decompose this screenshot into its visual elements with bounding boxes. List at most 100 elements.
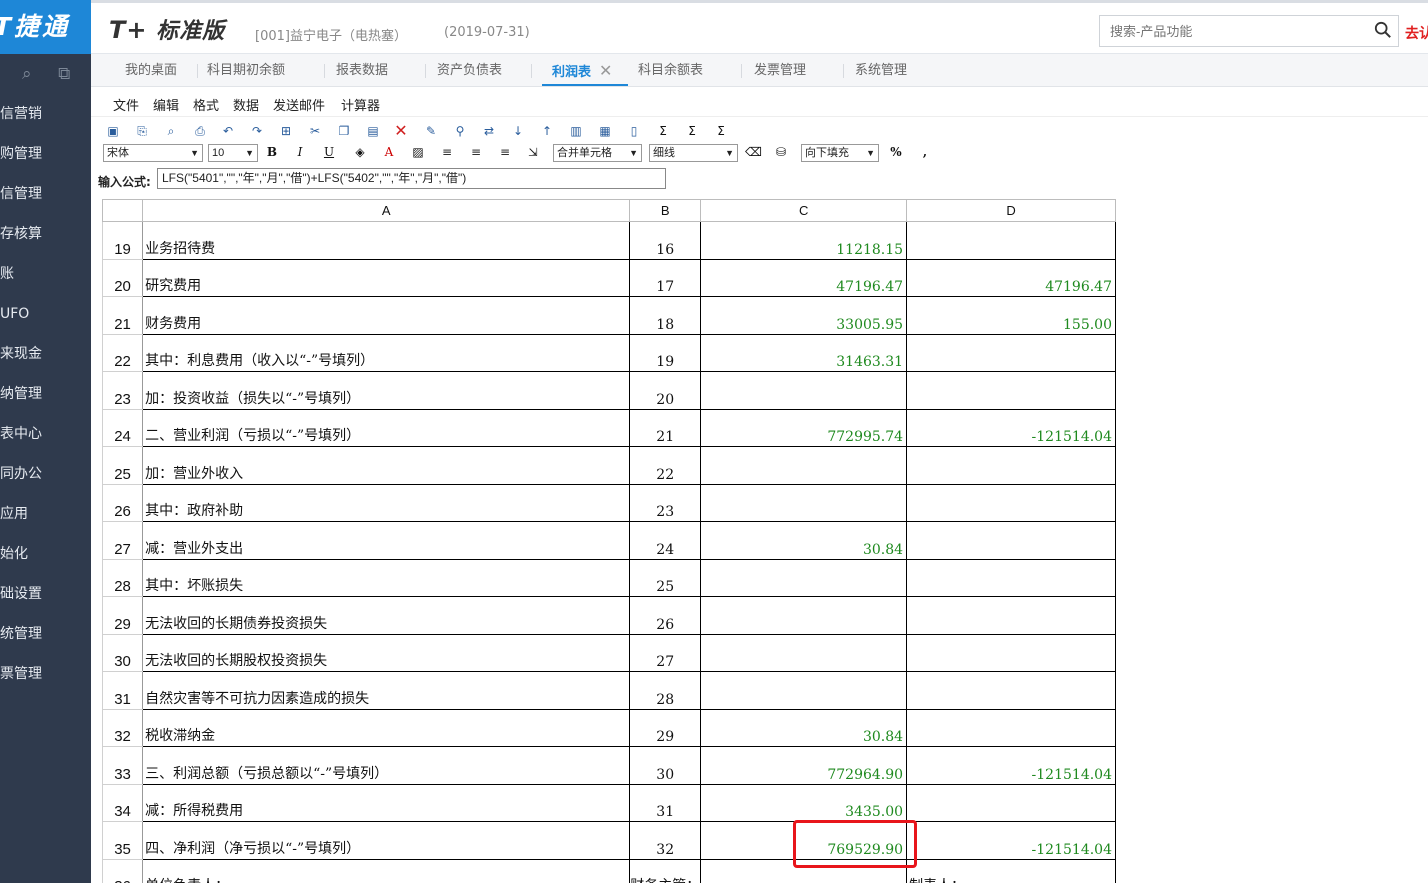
tab-report-data[interactable]: 报表数据 bbox=[336, 54, 388, 86]
prior-amount-cell[interactable] bbox=[906, 446, 1116, 485]
row-number[interactable]: 27 bbox=[102, 521, 144, 560]
comma-button[interactable]: , bbox=[917, 144, 933, 160]
line-number-cell[interactable]: 20 bbox=[629, 371, 702, 410]
item-name-cell[interactable]: 加：投资收益（损失以“-”号填列） bbox=[142, 371, 631, 410]
delete-icon[interactable]: ✕ bbox=[393, 123, 409, 139]
save-icon[interactable]: ▣ bbox=[105, 123, 121, 139]
sidebar-item[interactable]: 统管理 bbox=[0, 614, 91, 654]
item-name-cell[interactable]: 减：营业外支出 bbox=[142, 521, 631, 560]
document-icon[interactable]: ▯ bbox=[626, 123, 642, 139]
prior-amount-cell[interactable]: 155.00 bbox=[906, 296, 1116, 335]
line-style-select[interactable]: 细线 bbox=[649, 144, 738, 162]
row-number[interactable]: 25 bbox=[102, 446, 144, 485]
sidebar-item[interactable]: 购管理 bbox=[0, 134, 91, 174]
replace-icon[interactable]: ⇄ bbox=[481, 123, 497, 139]
current-amount-cell[interactable] bbox=[700, 633, 908, 672]
sidebar-item[interactable]: 表中心 bbox=[0, 414, 91, 454]
print-preview-icon[interactable]: ⌕ bbox=[163, 123, 179, 139]
formula-input[interactable]: LFS("5401","","年","月","借")+LFS("5402",""… bbox=[157, 168, 666, 189]
prior-amount-cell[interactable]: -121514.04 bbox=[906, 821, 1116, 860]
menu-send-mail[interactable]: 发送邮件 bbox=[273, 95, 325, 114]
merge-cells-select[interactable]: 合并单元格 bbox=[553, 144, 642, 162]
current-amount-cell[interactable] bbox=[700, 558, 908, 597]
sidebar-item[interactable]: 来现金 bbox=[0, 334, 91, 374]
sidebar-item[interactable]: 账 bbox=[0, 254, 91, 294]
column-header-d[interactable]: D bbox=[906, 199, 1116, 222]
fill-down-select[interactable]: 向下填充 bbox=[801, 144, 879, 162]
tab-system[interactable]: 系统管理 bbox=[855, 54, 907, 86]
item-name-cell[interactable]: 业务招待费 bbox=[142, 221, 631, 260]
line-number-cell[interactable]: 23 bbox=[629, 483, 702, 522]
current-amount-cell[interactable] bbox=[700, 446, 908, 485]
prior-amount-cell[interactable]: -121514.04 bbox=[906, 408, 1116, 447]
current-amount-cell[interactable] bbox=[700, 596, 908, 635]
line-number-cell[interactable]: 31 bbox=[629, 783, 702, 822]
row-number[interactable]: 32 bbox=[102, 708, 144, 747]
italic-icon[interactable]: I bbox=[292, 144, 308, 160]
underline-icon[interactable]: U bbox=[321, 144, 337, 160]
row-number[interactable]: 34 bbox=[102, 783, 144, 822]
current-amount-cell[interactable]: 3435.00 bbox=[700, 783, 908, 822]
add-window-icon[interactable]: ⧉ bbox=[55, 65, 73, 83]
align-right-icon[interactable]: ≡ bbox=[497, 144, 513, 160]
item-name-cell[interactable]: 加：营业外收入 bbox=[142, 446, 631, 485]
sidebar-item[interactable]: UFO bbox=[0, 294, 91, 334]
prior-amount-cell[interactable] bbox=[906, 483, 1116, 522]
item-name-cell[interactable]: 其中：利息费用（收入以“-”号填列） bbox=[142, 333, 631, 372]
save-as-icon[interactable]: ⎘ bbox=[134, 123, 150, 139]
prior-amount-cell[interactable]: 47196.47 bbox=[906, 258, 1116, 297]
tab-account-opening[interactable]: 科目期初余额 bbox=[207, 54, 285, 86]
menu-file[interactable]: 文件 bbox=[113, 95, 139, 114]
current-amount-cell[interactable]: 31463.31 bbox=[700, 333, 908, 372]
prior-amount-cell[interactable] bbox=[906, 596, 1116, 635]
redo-icon[interactable]: ↷ bbox=[249, 123, 265, 139]
align-center-icon[interactable]: ≡ bbox=[468, 144, 484, 160]
row-number[interactable]: 22 bbox=[102, 333, 144, 372]
row-number[interactable]: 35 bbox=[102, 821, 144, 860]
font-size-select[interactable]: 10 bbox=[208, 144, 258, 162]
eraser-icon[interactable]: ⌫ bbox=[745, 144, 762, 160]
item-name-cell[interactable]: 税收滞纳金 bbox=[142, 708, 631, 747]
menu-calculator[interactable]: 计算器 bbox=[341, 95, 380, 114]
line-number-cell[interactable]: 21 bbox=[629, 408, 702, 447]
current-amount-cell[interactable] bbox=[700, 371, 908, 410]
font-select[interactable]: 宋体 bbox=[103, 144, 203, 162]
row-number[interactable]: 36 bbox=[102, 858, 144, 883]
row-number[interactable]: 28 bbox=[102, 558, 144, 597]
sum-column-icon[interactable]: Σ bbox=[684, 123, 700, 139]
prior-amount-cell[interactable] bbox=[906, 671, 1116, 710]
sidebar-item[interactable]: 存核算 bbox=[0, 214, 91, 254]
font-color-icon[interactable]: A bbox=[381, 144, 397, 160]
row-number[interactable]: 23 bbox=[102, 371, 144, 410]
search-icon[interactable] bbox=[1374, 21, 1392, 39]
align-left-icon[interactable]: ≡ bbox=[439, 144, 455, 160]
sidebar-item[interactable]: 票管理 bbox=[0, 654, 91, 694]
row-number[interactable]: 24 bbox=[102, 408, 144, 447]
line-number-cell[interactable]: 25 bbox=[629, 558, 702, 597]
item-name-cell[interactable]: 其中：坏账损失 bbox=[142, 558, 631, 597]
current-amount-cell[interactable]: 772995.74 bbox=[700, 408, 908, 447]
format-brush-icon[interactable]: ✎ bbox=[423, 123, 439, 139]
item-name-cell[interactable]: 二、营业利润（亏损以“-”号填列） bbox=[142, 408, 631, 447]
column-header-a[interactable]: A bbox=[142, 199, 631, 222]
current-amount-cell[interactable]: 772964.90 bbox=[700, 746, 908, 785]
sidebar-item[interactable]: 础设置 bbox=[0, 574, 91, 614]
prior-amount-cell[interactable]: -121514.04 bbox=[906, 746, 1116, 785]
prior-amount-cell[interactable] bbox=[906, 371, 1116, 410]
menu-format[interactable]: 格式 bbox=[193, 95, 219, 114]
clipboard-icon[interactable]: ▥ bbox=[568, 123, 584, 139]
item-name-cell[interactable]: 单位负责人： bbox=[142, 858, 631, 883]
sum-icon[interactable]: Σ bbox=[655, 123, 671, 139]
current-amount-cell[interactable]: 47196.47 bbox=[700, 258, 908, 297]
sidebar-item[interactable]: 纳管理 bbox=[0, 374, 91, 414]
sidebar-item[interactable]: 始化 bbox=[0, 534, 91, 574]
current-amount-cell[interactable]: 33005.95 bbox=[700, 296, 908, 335]
sort-asc-icon[interactable]: ↓ bbox=[510, 123, 526, 139]
item-name-cell[interactable]: 四、净利润（净亏损以“-”号填列） bbox=[142, 821, 631, 860]
sum-row-icon[interactable]: Σ bbox=[713, 123, 729, 139]
current-amount-cell[interactable]: 30.84 bbox=[700, 521, 908, 560]
menu-data[interactable]: 数据 bbox=[233, 95, 259, 114]
item-name-cell[interactable]: 研究费用 bbox=[142, 258, 631, 297]
line-number-cell[interactable]: 30 bbox=[629, 746, 702, 785]
corner-cell[interactable] bbox=[102, 199, 144, 222]
